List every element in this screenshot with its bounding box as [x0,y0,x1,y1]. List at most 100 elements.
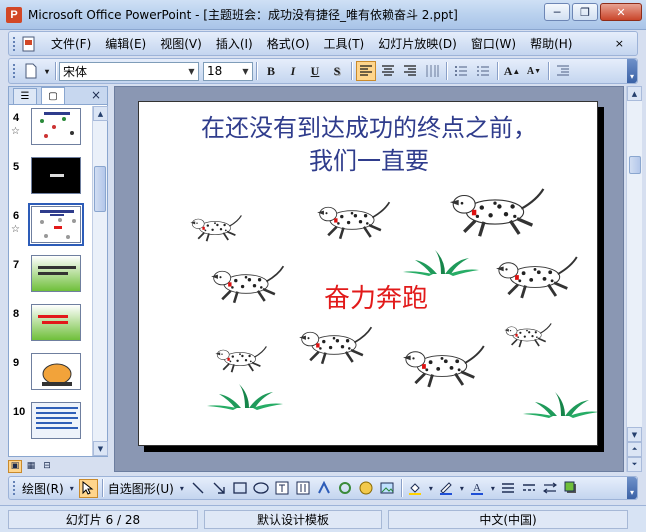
chevron-down-icon[interactable]: ▾ [489,479,497,498]
font-name-value: 宋体 [63,64,88,79]
toolbar-options-icon[interactable]: ▾ [627,477,637,499]
picture-icon[interactable] [378,479,397,498]
scroll-down-icon[interactable]: ▼ [627,427,642,442]
shadow-style-icon[interactable] [562,479,581,498]
pane-close-button[interactable]: × [91,88,101,102]
scroll-down-icon[interactable]: ▼ [93,441,108,456]
tab-slides[interactable]: ▢ [41,87,65,104]
window-title: Microsoft Office PowerPoint - [主题班会：成功没有… [28,8,458,22]
arrow-style-icon[interactable] [541,479,560,498]
textbox-tool-icon[interactable] [273,479,292,498]
oval-tool-icon[interactable] [252,479,271,498]
bold-button[interactable]: B [261,61,281,81]
slideshow-view-icon[interactable]: ⊟ [40,460,54,473]
align-left-icon[interactable] [356,61,376,81]
animation-star-icon: ☆ [11,224,20,235]
animation-star-icon: ☆ [11,126,20,137]
distribute-icon[interactable] [422,61,442,81]
draw-menu-button[interactable]: 绘图(R) [22,480,64,497]
slide-scrollbar[interactable]: ▲ ▼ ⏶ ⏷ [626,86,642,472]
menu-slideshow[interactable]: 幻灯片放映(D) [371,35,464,52]
scroll-up-icon[interactable]: ▲ [627,86,642,101]
separator [351,62,352,80]
thumbnail-image [31,304,81,341]
toolbar-grip[interactable] [12,35,16,52]
previous-slide-icon[interactable]: ⏶ [627,442,642,457]
scrollbar-thumb[interactable] [629,156,641,174]
clipart-icon[interactable] [357,479,376,498]
line-color-icon[interactable] [437,479,456,498]
chevron-down-icon[interactable]: ▾ [67,479,77,498]
close-button[interactable]: ✕ [600,3,642,21]
tab-outline[interactable]: ☰ [13,88,37,104]
font-color-icon[interactable]: A [468,479,487,498]
menu-bar: 文件(F) 编辑(E) 视图(V) 插入(I) 格式(O) 工具(T) 幻灯片放… [8,31,638,56]
numbering-icon[interactable] [451,61,471,81]
chevron-down-icon[interactable]: ▾ [177,479,187,498]
bullets-icon[interactable] [473,61,493,81]
rectangle-tool-icon[interactable] [231,479,250,498]
menu-window[interactable]: 窗口(W) [464,35,523,52]
menu-format[interactable]: 格式(O) [260,35,317,52]
slide-thumbnail-6[interactable]: 6 ☆ [9,203,92,248]
indent-icon[interactable] [553,61,573,81]
menu-edit[interactable]: 编辑(E) [98,35,153,52]
scroll-up-icon[interactable]: ▲ [93,106,108,121]
slide-sorter-view-icon[interactable]: ▦ [24,460,38,473]
chevron-down-icon[interactable]: ▾ [427,479,435,498]
chevron-down-icon[interactable]: ▼ [239,63,252,80]
align-center-icon[interactable] [378,61,398,81]
chevron-down-icon[interactable]: ▾ [458,479,466,498]
grow-font-button[interactable]: A ▲ [502,61,522,81]
thumbnail-image [31,255,81,292]
menu-help[interactable]: 帮助(H) [523,35,579,52]
toolbar-grip[interactable] [12,63,16,79]
toolbar-grip[interactable] [12,480,16,496]
line-style-icon[interactable] [499,479,518,498]
slide-editing-area: 在还没有到达成功的终点之前， 我们一直要 奋力奔跑 [114,86,624,472]
wordart-icon[interactable] [315,479,334,498]
slide-thumbnail-4[interactable]: 4 ☆ [9,106,92,150]
line-tool-icon[interactable] [189,479,208,498]
fill-color-icon[interactable] [406,479,425,498]
arrow-tool-icon[interactable] [210,479,229,498]
toolbar-options-icon[interactable]: ▾ [627,59,637,83]
minimize-button[interactable]: ─ [544,3,570,21]
select-pointer-icon[interactable] [78,478,98,498]
slide-thumbnail-7[interactable]: 7 [9,253,92,297]
dash-style-icon[interactable] [520,479,539,498]
slide-thumbnail-9[interactable]: 9 [9,351,92,395]
underline-button[interactable]: U [305,61,325,81]
shrink-font-button[interactable]: A ▼ [524,61,544,81]
italic-button[interactable]: I [283,61,303,81]
diagram-icon[interactable] [336,479,355,498]
slide-thumbnail-8[interactable]: 8 [9,302,92,346]
new-document-icon[interactable] [21,61,41,81]
slide-thumbnail-5[interactable]: 5 [9,155,92,199]
slide-thumbnail-10[interactable]: 10 [9,400,92,444]
font-name-combo[interactable]: 宋体 ▼ [59,61,199,81]
chevron-down-icon[interactable]: ▼ [185,63,198,80]
thumbnail-scrollbar[interactable]: ▲ ▼ [92,106,108,456]
normal-view-icon[interactable]: ▣ [8,459,22,473]
close-document-button[interactable]: × [608,37,631,50]
document-icon[interactable] [20,35,38,53]
menu-insert[interactable]: 插入(I) [209,35,260,52]
vertical-textbox-icon[interactable] [294,479,313,498]
slide-canvas[interactable]: 在还没有到达成功的终点之前， 我们一直要 奋力奔跑 [138,101,598,446]
restore-button[interactable]: ❐ [572,3,598,21]
menu-file[interactable]: 文件(F) [44,35,98,52]
drawing-toolbar: 绘图(R) ▾ 自选图形(U) ▾ ▾ ▾ A ▾ ▾ [8,476,638,500]
dropdown-arrow-icon[interactable]: ▾ [43,61,51,81]
dalmatian-illustration [401,344,486,389]
shadow-button[interactable]: S [327,61,347,81]
scrollbar-thumb[interactable] [94,166,106,212]
font-size-combo[interactable]: 18 ▼ [203,61,253,81]
menu-view[interactable]: 视图(V) [153,35,209,52]
align-right-icon[interactable] [400,61,420,81]
separator [55,62,56,80]
next-slide-icon[interactable]: ⏷ [627,457,642,472]
autoshapes-menu-button[interactable]: 自选图形(U) [108,480,174,497]
menu-tools[interactable]: 工具(T) [317,35,372,52]
dalmatian-illustration [209,264,285,304]
